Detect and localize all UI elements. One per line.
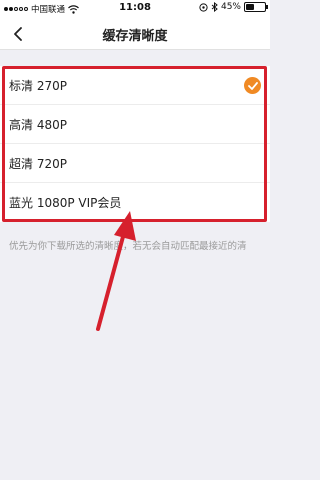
- bluetooth-icon: [211, 2, 218, 12]
- option-480p[interactable]: 高清 480P: [0, 105, 270, 144]
- quality-options-list: 标清 270P 高清 480P 超清 720P 蓝光 1080P VIP会员: [0, 66, 270, 222]
- annotation-arrow-icon: [96, 211, 136, 331]
- screen: 中国联通 11:08 45% 缓存清晰度 标清 270P 高清 480P 超清 …: [0, 0, 270, 480]
- option-label: 高清 480P: [9, 117, 67, 132]
- check-icon: [244, 77, 261, 94]
- option-1080p[interactable]: 蓝光 1080P VIP会员: [0, 183, 270, 222]
- battery-icon: [244, 2, 268, 12]
- battery-percent: 45%: [220, 2, 241, 12]
- option-720p[interactable]: 超清 720P: [0, 144, 270, 183]
- page-title: 缓存清晰度: [102, 29, 168, 44]
- battery-fill: [246, 4, 255, 10]
- option-270p[interactable]: 标清 270P: [0, 66, 270, 105]
- option-label: 标清 270P: [9, 78, 67, 93]
- nav-bar: 缓存清晰度: [0, 17, 270, 50]
- status-right: 45%: [199, 2, 268, 12]
- option-label: 超清 720P: [9, 156, 67, 171]
- hint-text: 优先为你下载所选的清晰度，若无会自动匹配最接近的清: [9, 241, 247, 252]
- option-label: 蓝光 1080P VIP会员: [9, 196, 122, 210]
- alarm-icon: [199, 2, 208, 12]
- status-bar: 中国联通 11:08 45%: [0, 0, 270, 17]
